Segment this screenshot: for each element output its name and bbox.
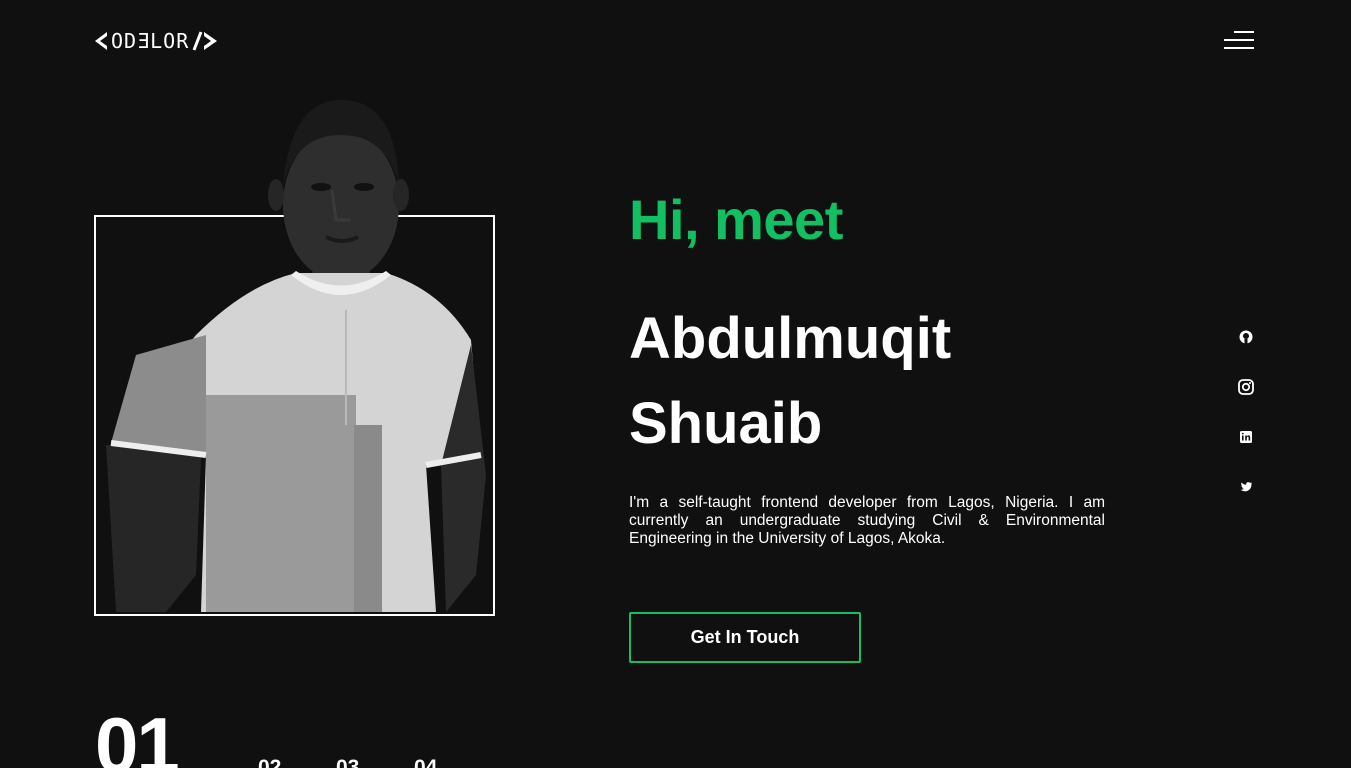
social-links: [1236, 327, 1256, 527]
name-heading: Abdulmuqit Shuaib: [629, 296, 1129, 466]
slide-number-04[interactable]: 04: [414, 755, 437, 768]
menu-line: [1224, 39, 1254, 41]
portrait-photo: [96, 95, 496, 612]
chevron-left-icon: [95, 32, 107, 50]
github-link[interactable]: [1236, 327, 1256, 347]
bio-paragraph: I'm a self-taught frontend developer fro…: [629, 494, 1105, 547]
get-in-touch-button[interactable]: Get In Touch: [629, 612, 861, 663]
linkedin-icon: [1240, 431, 1252, 443]
twitter-icon: [1240, 482, 1252, 492]
menu-line: [1234, 31, 1254, 33]
slide-number-02[interactable]: 02: [258, 755, 281, 768]
instagram-icon: [1238, 379, 1254, 395]
twitter-link[interactable]: [1236, 477, 1256, 497]
hamburger-menu-icon[interactable]: [1222, 28, 1258, 54]
name-first: Abdulmuqit: [629, 306, 952, 371]
slide-number-03[interactable]: 03: [336, 755, 359, 768]
instagram-link[interactable]: [1236, 377, 1256, 397]
github-icon: [1239, 330, 1253, 344]
menu-line: [1224, 47, 1254, 49]
greeting-heading: Hi, meet: [629, 188, 843, 251]
logo-text: ODƎLOR: [111, 29, 190, 53]
slash-chevron-right-icon: [192, 31, 218, 51]
linkedin-link[interactable]: [1236, 427, 1256, 447]
slide-nav: 02 03 04: [0, 755, 500, 768]
logo[interactable]: ODƎLOR: [93, 29, 221, 53]
name-last: Shuaib: [629, 391, 823, 456]
page: ODƎLOR Hi, meet Abdulmuqit Shuaib I'm a …: [0, 0, 1351, 768]
